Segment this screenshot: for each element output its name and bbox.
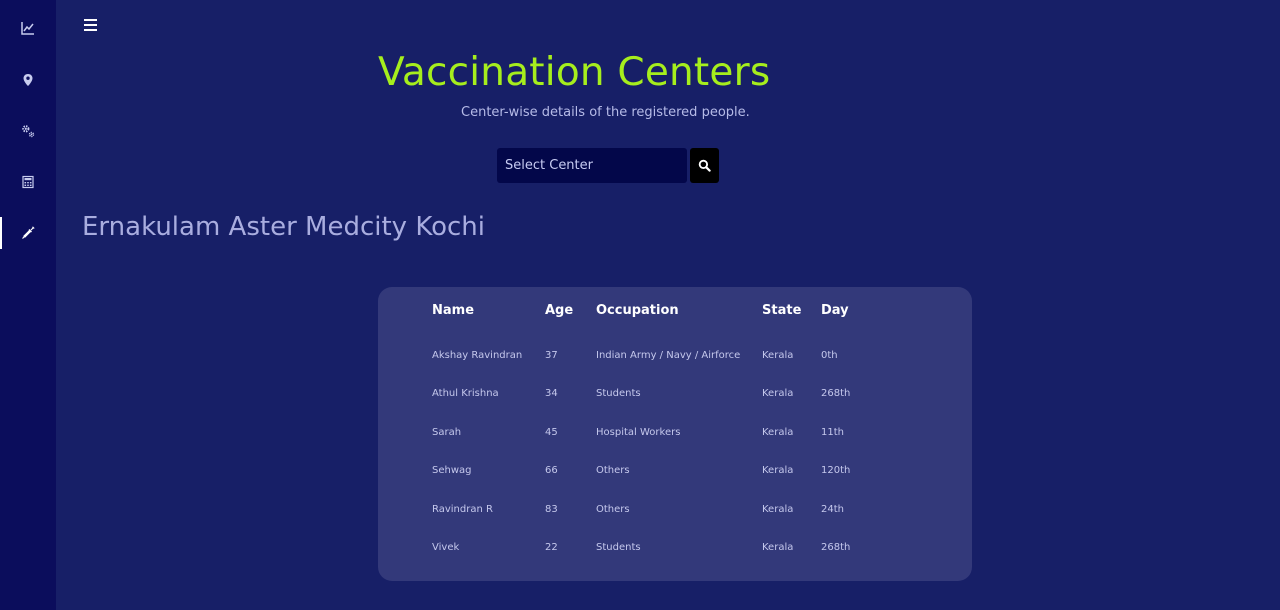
page-subtitle: Center-wise details of the registered pe… — [461, 105, 750, 120]
cell-state: Kerala — [762, 388, 794, 399]
cell-name: Athul Krishna — [432, 388, 499, 399]
page-title: Vaccination Centers — [378, 50, 771, 95]
sidebar-item-calculator[interactable] — [0, 164, 56, 200]
cell-state: Kerala — [762, 542, 794, 553]
cell-occupation: Others — [596, 465, 630, 476]
cell-state: Kerala — [762, 427, 794, 438]
cell-name: Akshay Ravindran — [432, 350, 523, 361]
sidebar-item-settings[interactable] — [0, 113, 56, 149]
cell-name: Vivek — [432, 542, 460, 553]
cell-day: 24th — [821, 504, 844, 515]
cell-age: 83 — [545, 504, 558, 515]
column-header-name: Name — [432, 303, 475, 318]
cell-state: Kerala — [762, 504, 794, 515]
cell-age: 22 — [545, 542, 558, 553]
cell-occupation: Hospital Workers — [596, 427, 681, 438]
cell-occupation: Students — [596, 542, 641, 553]
cell-state: Kerala — [762, 465, 794, 476]
hamburger-menu-icon[interactable] — [82, 16, 100, 34]
chart-line-icon — [21, 22, 34, 35]
search-button[interactable] — [690, 148, 719, 183]
sidebar-item-location[interactable] — [0, 62, 56, 98]
sidebar-item-analytics[interactable] — [0, 10, 56, 46]
cell-day: 11th — [821, 427, 844, 438]
cell-day: 120th — [821, 465, 851, 476]
cell-age: 34 — [545, 388, 558, 399]
cell-age: 37 — [545, 350, 558, 361]
cell-day: 268th — [821, 542, 851, 553]
cell-age: 45 — [545, 427, 558, 438]
search-icon — [698, 159, 711, 172]
column-header-day: Day — [821, 303, 849, 318]
column-header-occupation: Occupation — [596, 303, 679, 318]
cell-day: 268th — [821, 388, 851, 399]
center-select-value: Select Center — [505, 158, 593, 173]
cell-occupation: Indian Army / Navy / Airforce — [596, 350, 741, 361]
cell-day: 0th — [821, 350, 838, 361]
gears-icon — [22, 125, 35, 138]
center-select[interactable]: Select Center — [497, 148, 687, 183]
cell-state: Kerala — [762, 350, 794, 361]
column-header-age: Age — [545, 303, 574, 318]
cell-name: Ravindran R — [432, 504, 493, 515]
syringe-icon — [22, 226, 35, 239]
calculator-icon — [22, 175, 34, 189]
cell-occupation: Students — [596, 388, 641, 399]
center-name-heading: Ernakulam Aster Medcity Kochi — [82, 212, 485, 242]
cell-name: Sarah — [432, 427, 462, 438]
sidebar-item-vaccination[interactable] — [0, 215, 56, 251]
column-header-state: State — [762, 303, 802, 318]
cell-age: 66 — [545, 465, 558, 476]
map-marker-icon — [23, 74, 33, 86]
cell-name: Sehwag — [432, 465, 472, 476]
registrations-table: Name Age Occupation State Day Akshay Rav… — [378, 287, 972, 581]
cell-occupation: Others — [596, 504, 630, 515]
sidebar — [0, 0, 56, 610]
